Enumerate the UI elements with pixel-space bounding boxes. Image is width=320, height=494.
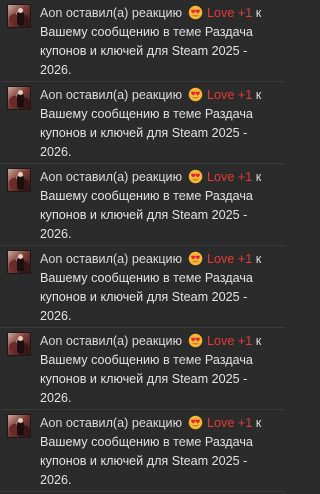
avatar[interactable]: [7, 332, 31, 356]
avatar-figure: [17, 339, 24, 353]
alert-action: оставил(а) реакцию: [65, 334, 183, 348]
username-link[interactable]: Aon: [40, 6, 62, 20]
alert-item[interactable]: Aon оставил(а) реакцию Love +1 к Вашему …: [0, 246, 285, 328]
reaction-label[interactable]: Love +1: [207, 88, 252, 102]
alert-text: Aon оставил(а) реакцию Love +1 к Вашему …: [40, 332, 285, 408]
alert-item[interactable]: Aon оставил(а) реакцию Love +1 к Вашему …: [0, 82, 285, 164]
connector-text: к: [255, 416, 262, 430]
connector-text: к: [255, 6, 262, 20]
avatar-head: [18, 172, 23, 177]
avatar-head: [18, 418, 23, 423]
avatar-head: [18, 90, 23, 95]
alerts-feed: Aon оставил(а) реакцию Love +1 к Вашему …: [0, 0, 285, 494]
connector-text: к: [255, 170, 262, 184]
username-link[interactable]: Aon: [40, 252, 62, 266]
alert-action: оставил(а) реакцию: [65, 170, 183, 184]
alert-item[interactable]: Aon оставил(а) реакцию Love +1 к Вашему …: [0, 328, 285, 410]
reaction-label[interactable]: Love +1: [207, 6, 252, 20]
avatar-head: [18, 336, 23, 341]
avatar[interactable]: [7, 86, 31, 110]
avatar-figure: [17, 421, 24, 435]
alert-item[interactable]: Aon оставил(а) реакцию Love +1 к Вашему …: [0, 164, 285, 246]
post-link[interactable]: Вашему сообщению: [40, 435, 159, 449]
reaction-label[interactable]: Love +1: [207, 416, 252, 430]
heart-eyes-emoji-icon: [188, 251, 202, 266]
reaction-label[interactable]: Love +1: [207, 252, 252, 266]
avatar[interactable]: [7, 414, 31, 438]
avatar-figure: [17, 11, 24, 25]
username-link[interactable]: Aon: [40, 170, 62, 184]
heart-eyes-emoji-icon: [188, 333, 202, 348]
reaction-label[interactable]: Love +1: [207, 170, 252, 184]
connector-text: к: [255, 88, 262, 102]
post-link[interactable]: Вашему сообщению: [40, 189, 159, 203]
context-prefix: в теме: [162, 435, 202, 449]
connector-text: к: [255, 334, 262, 348]
heart-eyes-emoji-icon: [188, 87, 202, 102]
avatar[interactable]: [7, 168, 31, 192]
avatar[interactable]: [7, 250, 31, 274]
alert-action: оставил(а) реакцию: [65, 88, 183, 102]
alert-item[interactable]: Aon оставил(а) реакцию Love +1 к Вашему …: [0, 0, 285, 82]
alert-text: Aon оставил(а) реакцию Love +1 к Вашему …: [40, 168, 285, 244]
alert-text: Aon оставил(а) реакцию Love +1 к Вашему …: [40, 250, 285, 326]
heart-eyes-emoji-icon: [188, 5, 202, 20]
context-prefix: в теме: [162, 25, 202, 39]
alert-divider: [0, 491, 285, 492]
alert-text: Aon оставил(а) реакцию Love +1 к Вашему …: [40, 86, 285, 162]
username-link[interactable]: Aon: [40, 416, 62, 430]
connector-text: к: [255, 252, 262, 266]
heart-eyes-emoji-icon: [188, 169, 202, 184]
alert-action: оставил(а) реакцию: [65, 416, 183, 430]
avatar[interactable]: [7, 4, 31, 28]
context-prefix: в теме: [162, 189, 202, 203]
post-link[interactable]: Вашему сообщению: [40, 107, 159, 121]
reaction-label[interactable]: Love +1: [207, 334, 252, 348]
alert-action: оставил(а) реакцию: [65, 6, 183, 20]
heart-eyes-emoji-icon: [188, 415, 202, 430]
context-prefix: в теме: [162, 107, 202, 121]
avatar-figure: [17, 257, 24, 271]
username-link[interactable]: Aon: [40, 88, 62, 102]
post-link[interactable]: Вашему сообщению: [40, 25, 159, 39]
avatar-head: [18, 254, 23, 259]
alert-text: Aon оставил(а) реакцию Love +1 к Вашему …: [40, 4, 285, 80]
avatar-head: [18, 8, 23, 13]
context-prefix: в теме: [162, 271, 202, 285]
context-prefix: в теме: [162, 353, 202, 367]
alert-text: Aon оставил(а) реакцию Love +1 к Вашему …: [40, 414, 285, 490]
post-link[interactable]: Вашему сообщению: [40, 353, 159, 367]
username-link[interactable]: Aon: [40, 334, 62, 348]
avatar-figure: [17, 93, 24, 107]
alert-action: оставил(а) реакцию: [65, 252, 183, 266]
post-link[interactable]: Вашему сообщению: [40, 271, 159, 285]
avatar-figure: [17, 175, 24, 189]
alert-item[interactable]: Aon оставил(а) реакцию Love +1 к Вашему …: [0, 410, 285, 492]
